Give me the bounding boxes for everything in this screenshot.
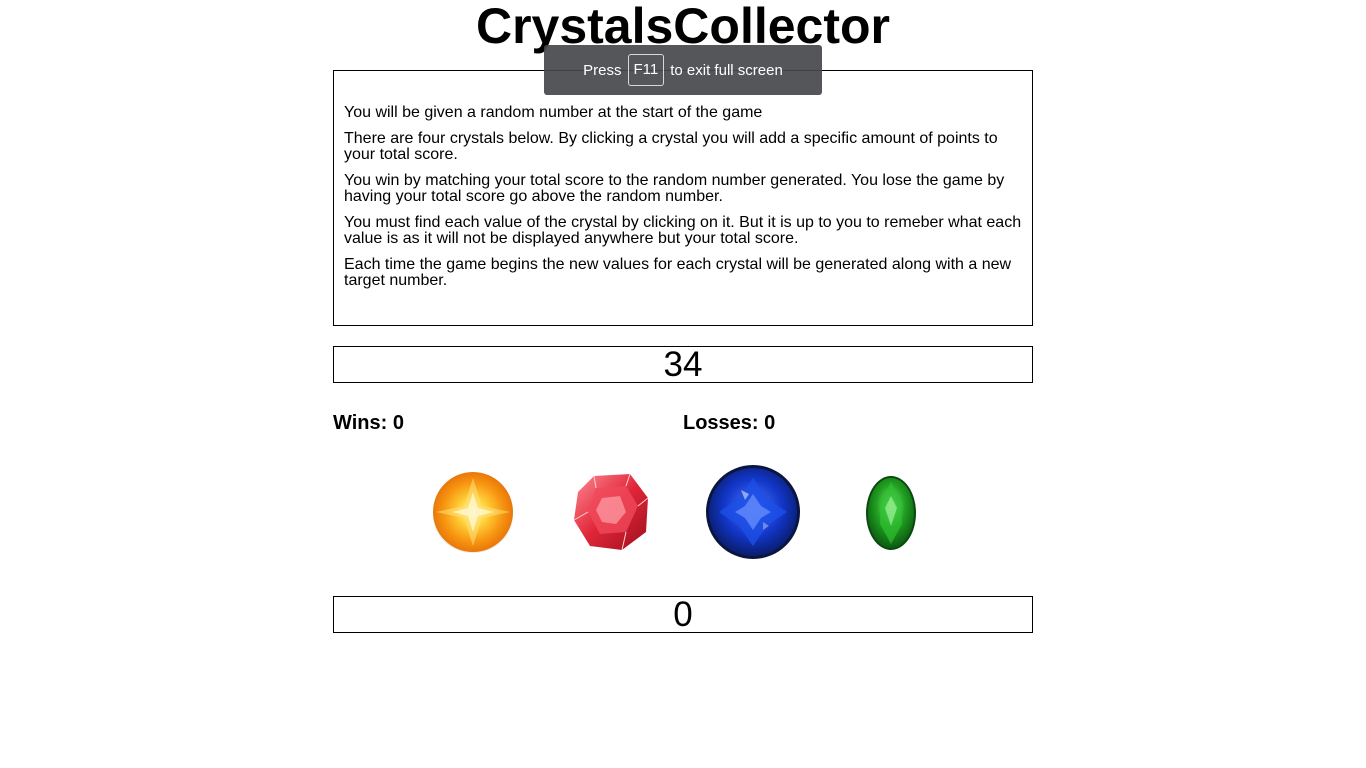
wins-counter: Wins: 0 <box>333 412 404 434</box>
losses-counter: Losses: 0 <box>683 412 776 434</box>
orange-crystal[interactable] <box>430 472 516 554</box>
instruction-line: Each time the game begins the new values… <box>344 256 1012 289</box>
fullscreen-exit-toast: Press F11 to exit full screen <box>544 45 822 95</box>
instruction-line: There are four crystals below. By clicki… <box>344 130 998 163</box>
toast-suffix: to exit full screen <box>670 61 783 79</box>
red-crystal[interactable] <box>572 472 652 552</box>
blue-crystal[interactable] <box>705 464 801 560</box>
toast-prefix: Press <box>583 61 622 79</box>
instruction-line: You win by matching your total score to … <box>344 172 1005 205</box>
instructions-panel: You will be given a random number at the… <box>333 70 1033 326</box>
green-crystal[interactable] <box>864 474 918 552</box>
f11-key-badge: F11 <box>627 54 665 86</box>
target-number: 34 <box>333 346 1033 383</box>
total-score: 0 <box>333 596 1033 633</box>
instruction-line: You must find each value of the crystal … <box>344 214 1022 247</box>
instruction-line: You will be given a random number at the… <box>344 104 763 121</box>
